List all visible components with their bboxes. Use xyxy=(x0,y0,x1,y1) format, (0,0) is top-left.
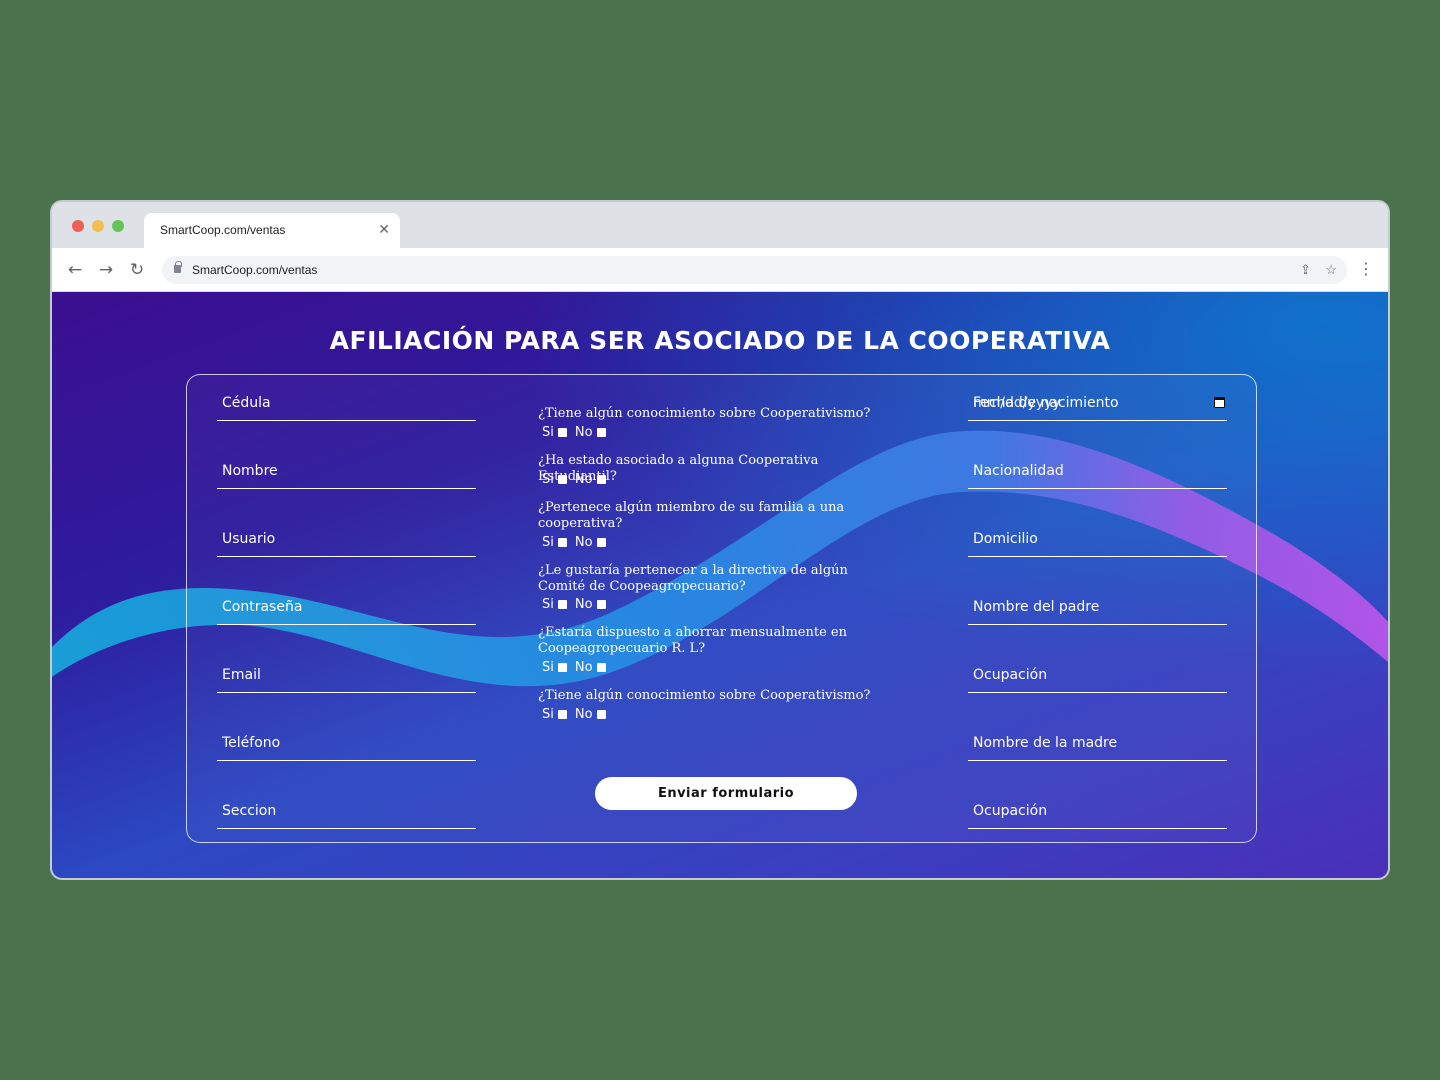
browser-window: SmartCoop.com/ventas ✕ ← → ↻ SmartCoop.c… xyxy=(52,202,1388,878)
telefono-label: Teléfono xyxy=(222,735,281,751)
submit-button[interactable]: Enviar formulario xyxy=(595,777,857,810)
tab-title: SmartCoop.com/ventas xyxy=(160,223,286,237)
question-5: ¿Estaría dispuesto a ahorrar mensualment… xyxy=(538,625,847,656)
yes-checkbox[interactable] xyxy=(557,538,567,547)
nacionalidad-label: Nacionalidad xyxy=(973,463,1064,479)
seccion-field[interactable]: Seccion xyxy=(217,799,476,829)
yes-label: Si xyxy=(542,660,554,675)
yes-checkbox[interactable] xyxy=(557,710,567,719)
close-icon[interactable]: ✕ xyxy=(378,221,390,238)
answers-3: Si No xyxy=(542,535,610,550)
back-arrow-icon[interactable]: ← xyxy=(64,259,86,281)
nombre-label: Nombre xyxy=(222,463,278,479)
yes-label: Si xyxy=(542,535,554,550)
ocupacion-padre-label: Ocupación xyxy=(973,667,1048,683)
madre-field[interactable]: Nombre de la madre xyxy=(968,731,1227,761)
madre-label: Nombre de la madre xyxy=(973,735,1118,751)
ocupacion-padre-field[interactable]: Ocupación xyxy=(968,663,1227,693)
share-icon[interactable]: ⇪ xyxy=(1300,262,1311,278)
browser-toolbar: ← → ↻ SmartCoop.com/ventas ⇪ ☆ ⋮ xyxy=(52,248,1388,292)
usuario-field[interactable]: Usuario xyxy=(217,527,476,557)
yes-checkbox[interactable] xyxy=(557,475,567,484)
padre-field[interactable]: Nombre del padre xyxy=(968,595,1227,625)
window-controls xyxy=(72,220,124,232)
telefono-field[interactable]: Teléfono xyxy=(217,731,476,761)
no-checkbox[interactable] xyxy=(596,428,606,437)
question-6: ¿Tiene algún conocimiento sobre Cooperat… xyxy=(538,688,871,703)
question-4: ¿Le gustaría pertenecer a la directiva d… xyxy=(538,563,848,594)
tab-bar: SmartCoop.com/ventas ✕ xyxy=(52,202,1388,248)
url-text: SmartCoop.com/ventas xyxy=(192,263,318,277)
question-3: ¿Pertenece algún miembro de su familia a… xyxy=(538,500,845,531)
no-checkbox[interactable] xyxy=(596,663,606,672)
star-icon[interactable]: ☆ xyxy=(1325,262,1337,278)
affiliation-form: Cédula Nombre Usuario Contraseña Email T… xyxy=(186,374,1257,843)
no-label: No xyxy=(574,535,593,550)
no-checkbox[interactable] xyxy=(596,710,606,719)
no-label: No xyxy=(574,597,593,612)
forward-arrow-icon[interactable]: → xyxy=(95,259,117,281)
address-bar[interactable]: SmartCoop.com/ventas ⇪ ☆ xyxy=(162,256,1347,284)
yes-checkbox[interactable] xyxy=(557,428,567,437)
answers-5: Si No xyxy=(542,660,610,675)
yes-label: Si xyxy=(542,597,554,612)
yes-label: Si xyxy=(542,707,554,722)
maximize-window-button[interactable] xyxy=(112,220,124,232)
answers-1: Si No xyxy=(542,425,610,440)
ocupacion-madre-field[interactable]: Ocupación xyxy=(968,799,1227,829)
usuario-label: Usuario xyxy=(222,531,276,547)
page-title: AFILIACIÓN PARA SER ASOCIADO DE LA COOPE… xyxy=(329,326,1111,355)
yes-label: Si xyxy=(542,425,554,440)
yes-label: Si xyxy=(542,472,554,487)
domicilio-field[interactable]: Domicilio xyxy=(968,527,1227,557)
no-label: No xyxy=(574,707,593,722)
domicilio-label: Domicilio xyxy=(973,531,1038,547)
no-label: No xyxy=(574,472,593,487)
nacionalidad-field[interactable]: Nacionalidad xyxy=(968,459,1227,489)
calendar-icon[interactable] xyxy=(1214,397,1225,408)
browser-tab[interactable]: SmartCoop.com/ventas ✕ xyxy=(144,213,400,248)
email-label: Email xyxy=(222,667,261,683)
cedula-field[interactable]: Cédula xyxy=(217,391,476,421)
minimize-window-button[interactable] xyxy=(92,220,104,232)
padre-label: Nombre del padre xyxy=(973,599,1100,615)
seccion-label: Seccion xyxy=(222,803,277,819)
lock-icon xyxy=(174,261,182,273)
kebab-menu-icon[interactable]: ⋮ xyxy=(1358,259,1374,278)
password-field[interactable]: Contraseña xyxy=(217,595,476,625)
answers-2: Si No xyxy=(542,472,610,487)
email-field[interactable]: Email xyxy=(217,663,476,693)
question-1: ¿Tiene algún conocimiento sobre Cooperat… xyxy=(538,406,871,421)
cedula-label: Cédula xyxy=(222,395,271,411)
page-content: AFILIACIÓN PARA SER ASOCIADO DE LA COOPE… xyxy=(52,292,1388,878)
answers-4: Si No xyxy=(542,597,610,612)
yes-checkbox[interactable] xyxy=(557,600,567,609)
no-checkbox[interactable] xyxy=(596,600,606,609)
birthdate-field[interactable]: Fecha de nacimiento mm/dd/yyyy xyxy=(968,391,1227,421)
yes-checkbox[interactable] xyxy=(557,663,567,672)
nombre-field[interactable]: Nombre xyxy=(217,459,476,489)
close-window-button[interactable] xyxy=(72,220,84,232)
no-checkbox[interactable] xyxy=(596,475,606,484)
no-label: No xyxy=(574,425,593,440)
no-label: No xyxy=(574,660,593,675)
no-checkbox[interactable] xyxy=(596,538,606,547)
answers-6: Si No xyxy=(542,707,610,722)
password-label: Contraseña xyxy=(222,599,303,615)
ocupacion-madre-label: Ocupación xyxy=(973,803,1048,819)
reload-icon[interactable]: ↻ xyxy=(126,259,148,281)
date-placeholder: mm/dd/yyyy xyxy=(973,395,1061,411)
